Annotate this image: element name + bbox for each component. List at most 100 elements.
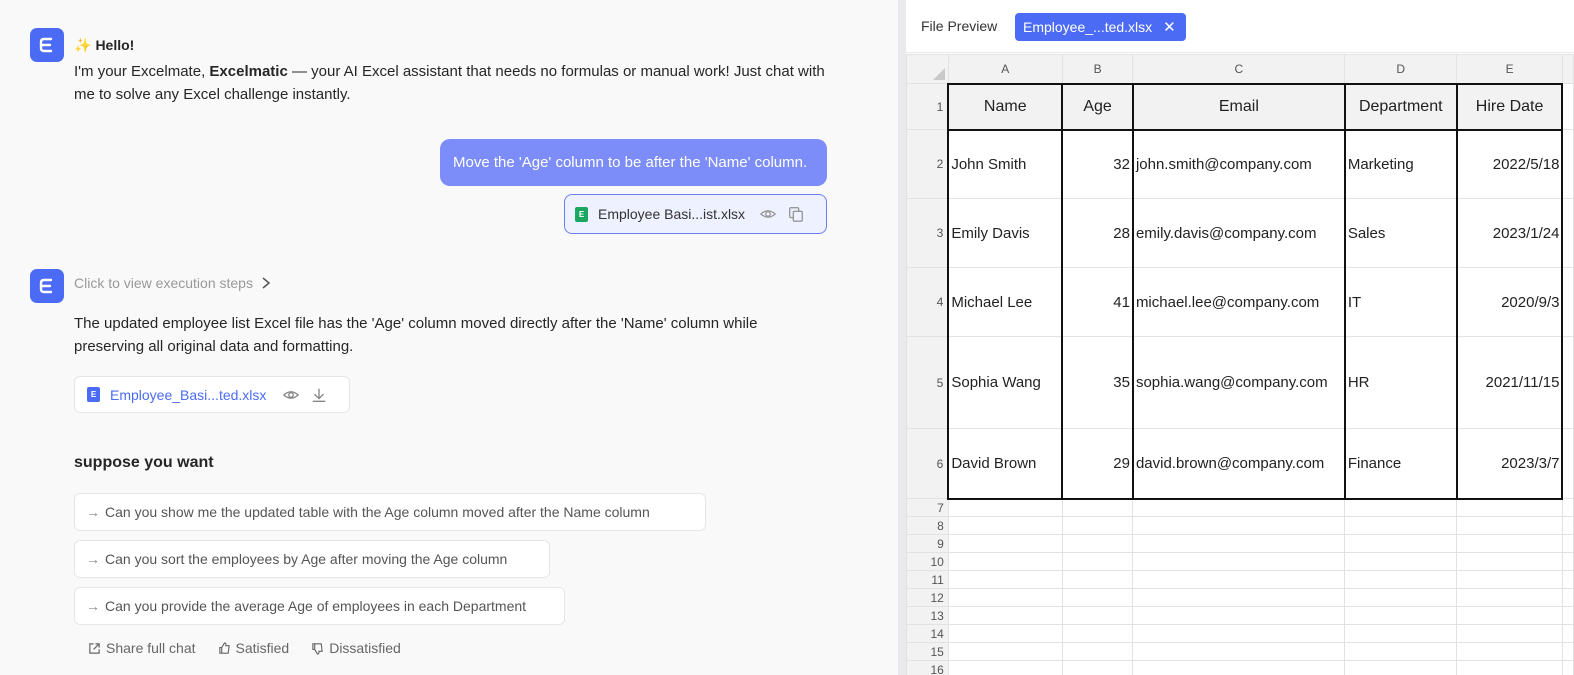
grid-cell[interactable] (1061, 588, 1134, 607)
grid-cell[interactable] (1132, 552, 1346, 571)
grid-cell[interactable] (947, 570, 1063, 589)
copy-icon[interactable] (787, 205, 805, 223)
grid-cell[interactable] (1456, 606, 1563, 625)
grid-cell[interactable] (1344, 642, 1458, 661)
table-cell[interactable]: emily.davis@company.com (1131, 198, 1346, 268)
grid-cell[interactable] (1061, 642, 1134, 661)
grid-cell[interactable] (1456, 642, 1563, 661)
table-cell[interactable]: HR (1343, 336, 1458, 429)
grid-cell[interactable] (1344, 570, 1458, 589)
grid-cell[interactable] (1344, 660, 1458, 675)
grid-cell[interactable] (1132, 660, 1346, 675)
table-header-cell[interactable]: Age (1061, 82, 1134, 131)
grid-cell[interactable] (1456, 660, 1563, 675)
table-cell[interactable]: 2023/3/7 (1455, 428, 1564, 500)
table-header-cell[interactable]: Department (1343, 82, 1458, 131)
grid-cell[interactable] (1061, 660, 1134, 675)
grid-cell[interactable] (947, 588, 1063, 607)
grid-cell[interactable] (1456, 498, 1563, 517)
suggestion-item[interactable]: → Can you provide the average Age of empl… (74, 587, 565, 625)
table-cell[interactable]: Sophia Wang (947, 336, 1064, 429)
column-header[interactable]: C (1132, 54, 1346, 84)
row-header[interactable]: 7 (906, 498, 949, 517)
grid-cell[interactable] (1132, 570, 1346, 589)
grid-cell[interactable] (1344, 588, 1458, 607)
grid-cell[interactable] (947, 642, 1063, 661)
grid-cell[interactable] (1061, 534, 1134, 553)
table-cell[interactable]: Marketing (1343, 129, 1458, 199)
grid-cell[interactable] (1132, 516, 1346, 535)
table-cell[interactable]: sophia.wang@company.com (1131, 336, 1346, 429)
table-header-cell[interactable]: Hire Date (1455, 82, 1564, 131)
output-file-card[interactable]: E Employee_Basi...ted.xlsx (74, 376, 350, 413)
satisfied-button[interactable]: Satisfied (218, 640, 289, 656)
grid-cell[interactable] (1456, 552, 1563, 571)
grid-cell[interactable] (1132, 534, 1346, 553)
grid-cell[interactable] (1456, 534, 1563, 553)
table-cell[interactable]: 41 (1061, 267, 1134, 337)
suggestion-item[interactable]: → Can you show me the updated table with … (74, 493, 706, 531)
grid-cell[interactable] (1456, 624, 1563, 643)
table-header-cell[interactable]: Email (1131, 82, 1346, 131)
user-attached-file[interactable]: E Employee Basi...ist.xlsx (564, 194, 827, 234)
dissatisfied-button[interactable]: Dissatisfied (311, 640, 401, 656)
row-header[interactable]: 15 (906, 642, 949, 661)
table-cell[interactable]: John Smith (947, 129, 1064, 199)
row-header[interactable]: 1 (906, 83, 949, 130)
panel-splitter[interactable] (898, 0, 906, 675)
output-file-name[interactable]: Employee_Basi...ted.xlsx (110, 387, 266, 403)
row-header[interactable]: 2 (906, 129, 949, 199)
grid-cell[interactable] (1061, 552, 1134, 571)
column-header[interactable]: A (947, 54, 1063, 84)
grid-cell[interactable] (1132, 624, 1346, 643)
share-chat-button[interactable]: Share full chat (88, 640, 196, 656)
row-header[interactable]: 13 (906, 606, 949, 625)
table-cell[interactable]: john.smith@company.com (1131, 129, 1346, 199)
table-cell[interactable]: 2020/9/3 (1455, 267, 1564, 337)
table-cell[interactable]: 2021/11/15 (1455, 336, 1564, 429)
table-cell[interactable]: David Brown (947, 428, 1064, 500)
download-icon[interactable] (310, 386, 328, 404)
grid-cell[interactable] (947, 660, 1063, 675)
table-cell[interactable]: 28 (1061, 198, 1134, 268)
grid-cell[interactable] (1344, 624, 1458, 643)
row-header[interactable]: 16 (906, 660, 949, 675)
row-header[interactable]: 5 (906, 336, 949, 429)
grid-cell[interactable] (1132, 606, 1346, 625)
row-header[interactable]: 14 (906, 624, 949, 643)
table-cell[interactable]: 2022/5/18 (1455, 129, 1564, 199)
table-cell[interactable]: Finance (1343, 428, 1458, 500)
column-header[interactable]: E (1456, 54, 1563, 84)
row-header[interactable]: 4 (906, 267, 949, 337)
grid-cell[interactable] (1344, 552, 1458, 571)
grid-cell[interactable] (1061, 624, 1134, 643)
table-cell[interactable]: Michael Lee (947, 267, 1064, 337)
eye-icon[interactable] (282, 386, 300, 404)
grid-cell[interactable] (947, 552, 1063, 571)
row-header[interactable]: 10 (906, 552, 949, 571)
close-icon[interactable]: ✕ (1163, 18, 1176, 36)
table-cell[interactable]: david.brown@company.com (1131, 428, 1346, 500)
suggestion-item[interactable]: → Can you sort the employees by Age after… (74, 540, 550, 578)
grid-cell[interactable] (947, 516, 1063, 535)
column-header[interactable]: D (1344, 54, 1458, 84)
row-header[interactable]: 9 (906, 534, 949, 553)
grid-cell[interactable] (1132, 498, 1346, 517)
table-cell[interactable]: 35 (1061, 336, 1134, 429)
grid-cell[interactable] (1456, 516, 1563, 535)
row-header[interactable]: 12 (906, 588, 949, 607)
select-all-corner[interactable] (906, 54, 949, 84)
table-cell[interactable]: 29 (1061, 428, 1134, 500)
column-header[interactable]: B (1061, 54, 1134, 84)
row-header[interactable]: 6 (906, 428, 949, 499)
grid-cell[interactable] (947, 624, 1063, 643)
grid-cell[interactable] (1061, 498, 1134, 517)
grid-cell[interactable] (947, 606, 1063, 625)
table-cell[interactable]: 32 (1061, 129, 1134, 199)
spreadsheet-grid[interactable]: A B C D E 1 Name Age Email Department Hi… (906, 54, 1574, 675)
row-header[interactable]: 8 (906, 516, 949, 535)
table-cell[interactable]: Emily Davis (947, 198, 1064, 268)
table-cell[interactable]: 2023/1/24 (1455, 198, 1564, 268)
grid-cell[interactable] (1132, 588, 1346, 607)
grid-cell[interactable] (1344, 498, 1458, 517)
